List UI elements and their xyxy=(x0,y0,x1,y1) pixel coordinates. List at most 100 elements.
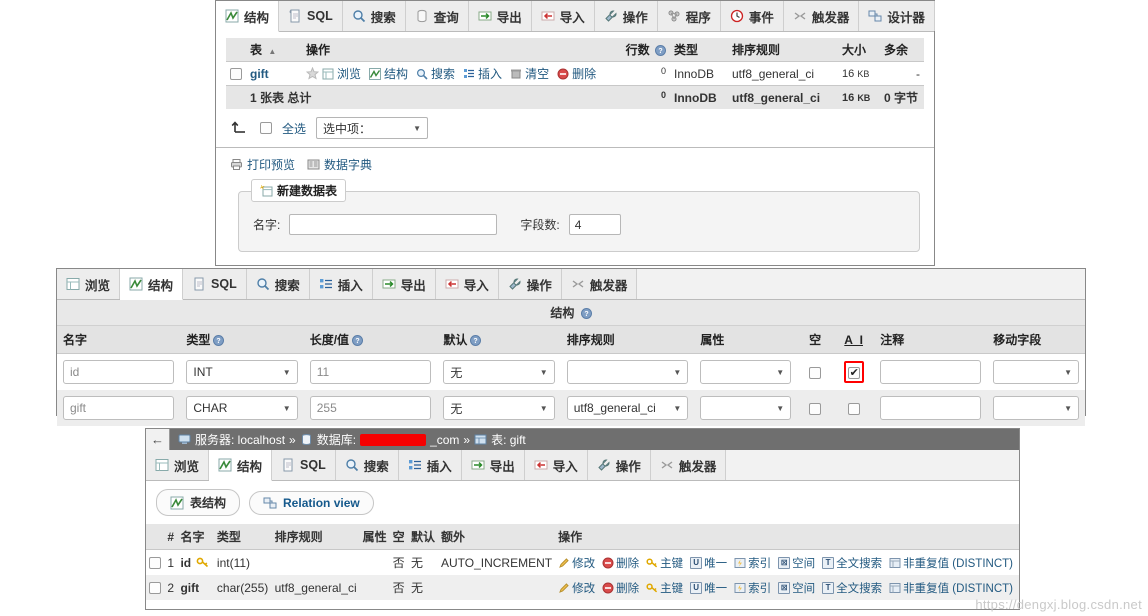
column-type-select[interactable]: INT ▼ xyxy=(186,360,298,384)
link-label[interactable]: 打印预览 xyxy=(247,156,295,173)
tab-structure[interactable]: 结构 xyxy=(209,450,273,481)
row-select-cell[interactable] xyxy=(226,62,246,86)
action-drop[interactable]: 删除 xyxy=(557,65,596,82)
action-empty[interactable]: 清空 xyxy=(510,65,549,82)
action-label[interactable]: 唯一 xyxy=(704,580,727,596)
row-checkbox[interactable] xyxy=(149,582,162,595)
action-label[interactable]: 删除 xyxy=(572,65,596,82)
tab-operations[interactable]: 操作 xyxy=(498,269,562,299)
tab-operations[interactable]: 操作 xyxy=(587,450,651,480)
action-spatial[interactable]: ⊠ 空间 xyxy=(778,580,815,596)
action-label[interactable]: 空间 xyxy=(792,580,815,596)
tab-events[interactable]: 事件 xyxy=(720,1,784,31)
tab-export[interactable]: 导出 xyxy=(461,450,525,480)
action-distinct[interactable]: 非重复值 (DISTINCT) xyxy=(889,580,1013,596)
create-table-legend[interactable]: 新建数据表 xyxy=(251,179,347,202)
action-label[interactable]: 搜索 xyxy=(431,65,455,82)
column-default-select[interactable]: 无 ▼ xyxy=(443,360,555,384)
action-label[interactable]: 唯一 xyxy=(704,555,727,571)
column-name-input[interactable]: gift xyxy=(63,396,175,420)
arrow-up-icon[interactable] xyxy=(230,120,250,136)
tab-search[interactable]: 搜索 xyxy=(246,269,310,299)
tab-triggers[interactable]: 触发器 xyxy=(561,269,638,299)
tab-routines[interactable]: 程序 xyxy=(657,1,721,31)
null-checkbox[interactable] xyxy=(809,402,822,415)
col-rows[interactable]: 行数 ? xyxy=(616,38,670,62)
action-label[interactable]: 索引 xyxy=(748,555,771,571)
tab-browse[interactable]: 浏览 xyxy=(57,269,121,299)
action-primary[interactable]: 主键 xyxy=(646,555,683,571)
action-label[interactable]: 非重复值 (DISTINCT) xyxy=(903,555,1013,571)
tab-insert[interactable]: 插入 xyxy=(309,269,373,299)
action-distinct[interactable]: 非重复值 (DISTINCT) xyxy=(889,555,1013,571)
table-label[interactable]: 表: gift xyxy=(491,431,526,448)
action-label[interactable]: 删除 xyxy=(616,555,639,571)
data-dictionary-link[interactable]: 数据字典 xyxy=(307,156,372,173)
column-attributes-select[interactable]: ▼ xyxy=(700,360,792,384)
tab-structure[interactable]: 结构 xyxy=(120,269,184,300)
column-type-select[interactable]: CHAR ▼ xyxy=(186,396,298,420)
action-label[interactable]: 空间 xyxy=(792,555,815,571)
action-fulltext[interactable]: T 全文搜索 xyxy=(822,555,882,571)
move-column-select[interactable]: ▼ xyxy=(993,396,1079,420)
tab-export[interactable]: 导出 xyxy=(468,1,532,31)
action-unique[interactable]: U 唯一 xyxy=(690,555,727,571)
action-label[interactable]: 全文搜索 xyxy=(836,555,882,571)
action-label[interactable]: 清空 xyxy=(525,65,549,82)
tab-import[interactable]: 导入 xyxy=(524,450,588,480)
tab-insert[interactable]: 插入 xyxy=(398,450,462,480)
action-unique[interactable]: U 唯一 xyxy=(690,580,727,596)
tab-query[interactable]: 查询 xyxy=(405,1,469,31)
action-fulltext[interactable]: T 全文搜索 xyxy=(822,580,882,596)
with-selected-select[interactable]: 选中项： ▼ xyxy=(316,117,429,139)
tab-search[interactable]: 搜索 xyxy=(335,450,399,480)
action-browse[interactable]: 浏览 xyxy=(322,65,361,82)
column-length-input[interactable]: 255 xyxy=(309,396,432,420)
table-structure-button[interactable]: 表结构 xyxy=(156,489,241,516)
move-column-select[interactable]: ▼ xyxy=(993,360,1079,384)
row-checkbox[interactable] xyxy=(230,68,242,81)
help-icon[interactable]: ? xyxy=(213,335,225,346)
action-index[interactable]: 索引 xyxy=(734,580,771,596)
action-search[interactable]: 搜索 xyxy=(416,65,455,82)
row-checkbox[interactable] xyxy=(149,557,162,570)
action-label[interactable]: 修改 xyxy=(572,580,595,596)
help-icon[interactable]: ? xyxy=(470,335,482,346)
table-name-input[interactable] xyxy=(289,214,498,235)
action-label[interactable]: 删除 xyxy=(616,580,639,596)
col-collation[interactable]: 排序规则 xyxy=(728,38,838,62)
help-icon[interactable]: ? xyxy=(352,335,364,346)
table-name[interactable]: gift xyxy=(250,67,269,81)
tab-search[interactable]: 搜索 xyxy=(342,1,406,31)
column-length-input[interactable]: 11 xyxy=(309,360,432,384)
auto-increment-checkbox[interactable] xyxy=(847,402,860,415)
row-select-cell[interactable] xyxy=(146,550,164,576)
action-label[interactable]: 结构 xyxy=(384,65,408,82)
action-primary[interactable]: 主键 xyxy=(646,580,683,596)
column-default-select[interactable]: 无 ▼ xyxy=(443,396,555,420)
back-arrow-icon[interactable]: ← xyxy=(146,429,170,450)
action-structure[interactable]: 结构 xyxy=(369,65,408,82)
tab-import[interactable]: 导入 xyxy=(531,1,595,31)
column-comment-input[interactable] xyxy=(880,360,982,384)
tab-structure[interactable]: 结构 xyxy=(216,1,280,32)
tab-sql[interactable]: SQL xyxy=(279,1,343,31)
column-name-input[interactable]: id xyxy=(63,360,175,384)
table-name-cell[interactable]: gift xyxy=(246,62,302,86)
action-label[interactable]: 插入 xyxy=(478,65,502,82)
col-size[interactable]: 大小 xyxy=(838,38,880,62)
action-label[interactable]: 主键 xyxy=(660,555,683,571)
database-suffix[interactable]: _com xyxy=(430,433,459,447)
null-checkbox[interactable] xyxy=(809,366,822,379)
link-label[interactable]: 数据字典 xyxy=(324,156,372,173)
tab-designer[interactable]: 设计器 xyxy=(859,1,935,31)
action-drop[interactable]: 删除 xyxy=(602,580,639,596)
col-overhead[interactable]: 多余 xyxy=(880,38,924,62)
action-change[interactable]: 修改 xyxy=(558,580,595,596)
columns-count-input[interactable]: 4 xyxy=(568,214,621,235)
action-label[interactable]: 索引 xyxy=(748,580,771,596)
help-icon[interactable]: ? xyxy=(655,45,666,56)
tab-operations[interactable]: 操作 xyxy=(594,1,658,31)
tab-triggers[interactable]: 触发器 xyxy=(650,450,727,480)
tab-triggers[interactable]: 触发器 xyxy=(783,1,860,31)
